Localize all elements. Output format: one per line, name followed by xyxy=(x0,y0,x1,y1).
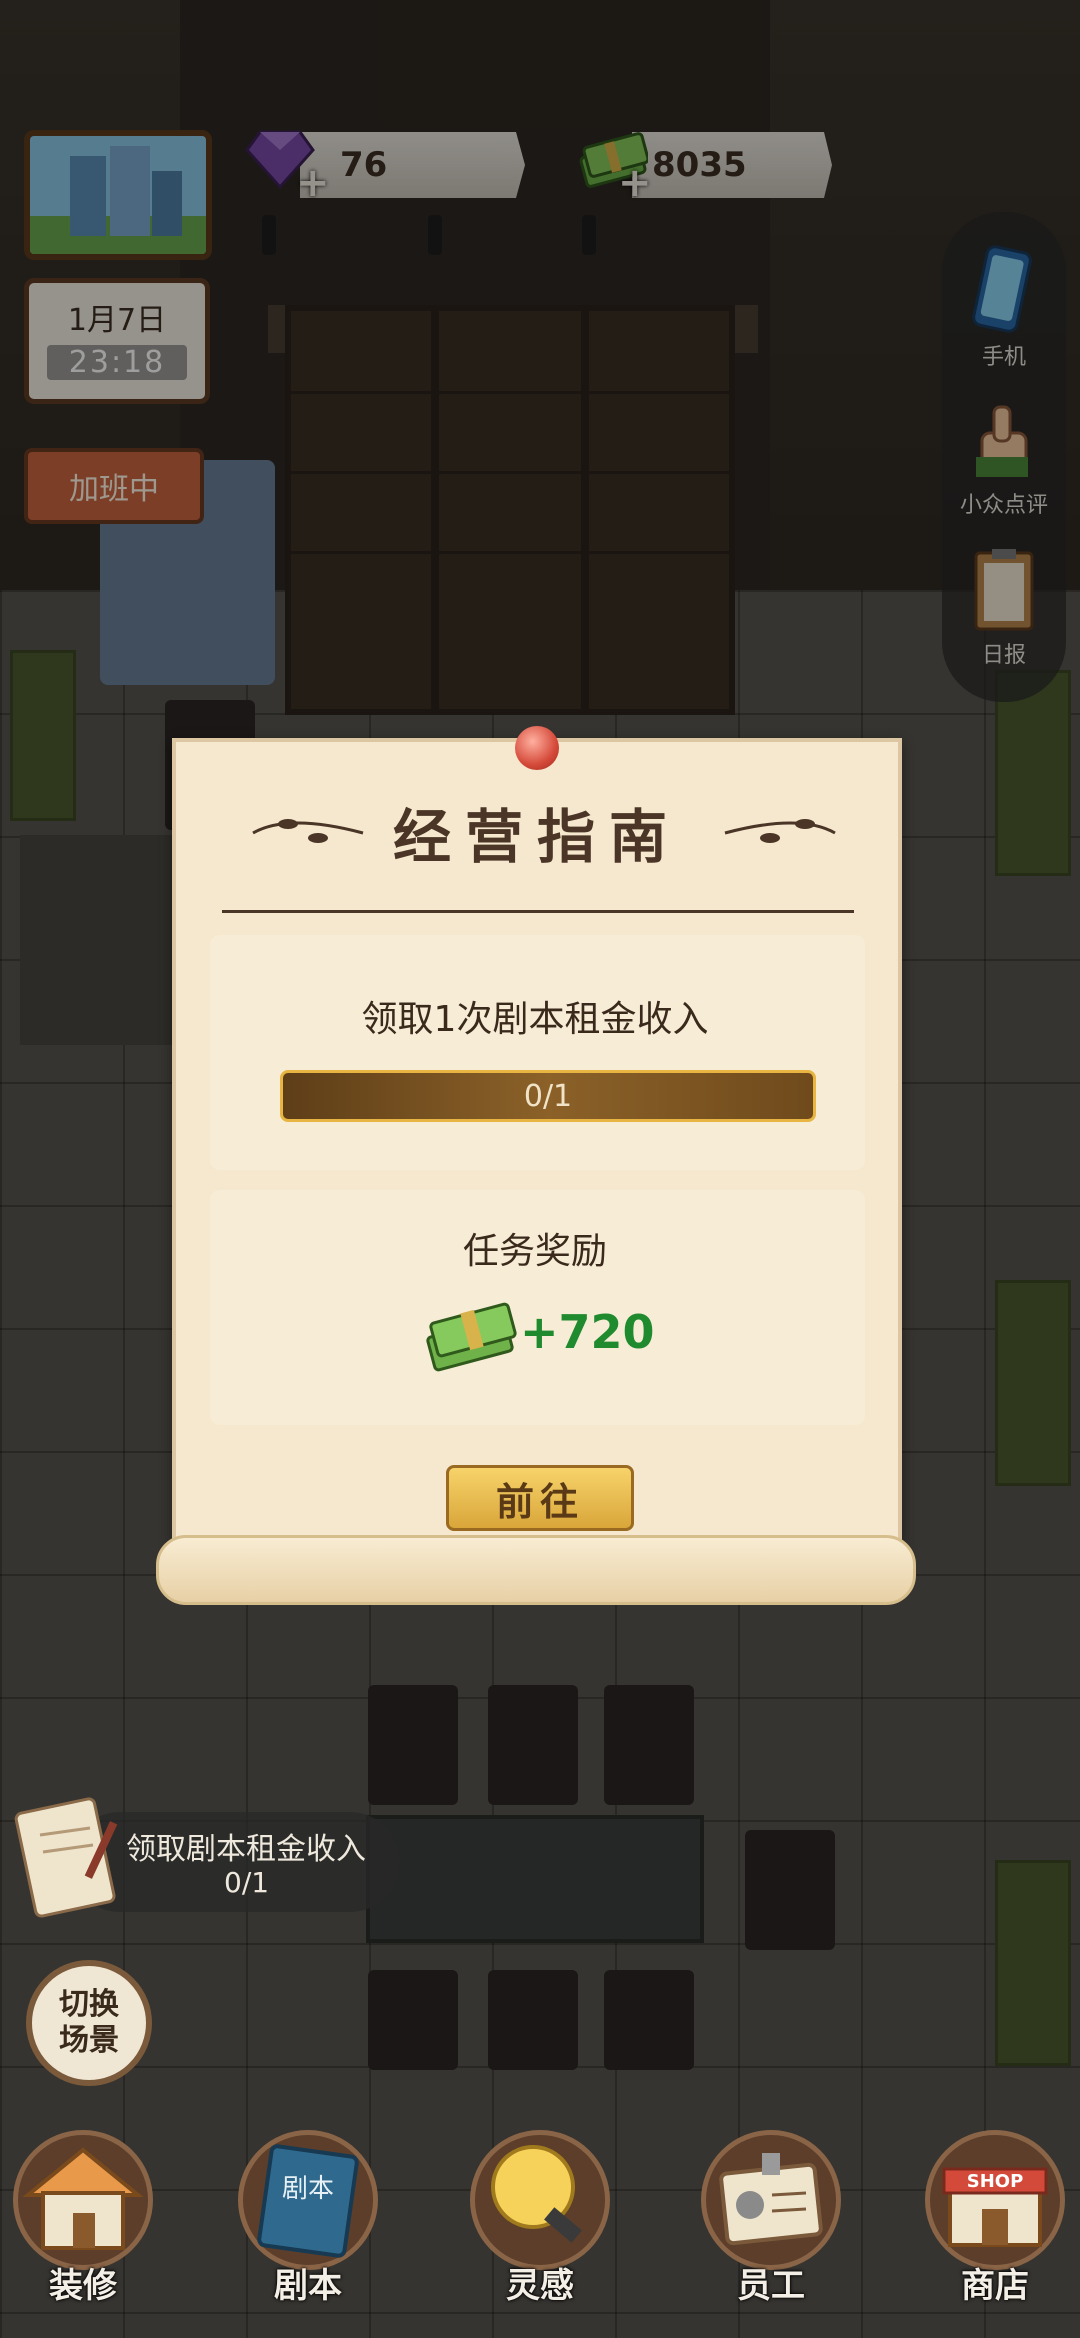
script-book-text: 剧本 xyxy=(282,2174,334,2204)
reward-title: 任务奖励 xyxy=(462,1231,607,1272)
task-description: 领取1次剧本租金收入 xyxy=(361,999,709,1040)
nav-renovate-label: 装修 xyxy=(49,2266,117,2306)
shop-sign-text: SHOP xyxy=(967,2171,1024,2192)
go-button[interactable]: 前往 xyxy=(446,1465,634,1531)
scroll-roll xyxy=(156,1535,916,1605)
right-vine-ornament-icon xyxy=(724,819,836,843)
task-card xyxy=(210,935,865,1170)
lightbulb-icon xyxy=(491,2145,582,2243)
left-vine-ornament-icon xyxy=(252,819,364,843)
task-reminder-count: 0/1 xyxy=(224,1866,270,1899)
task-progress-text: 0/1 xyxy=(523,1078,573,1114)
task-progress-bar: 0/1 xyxy=(280,1070,816,1122)
nav-staff[interactable]: 员工 xyxy=(696,2130,846,2330)
id-card-icon xyxy=(719,2153,823,2246)
nav-shop-label: 商店 xyxy=(961,2266,1029,2306)
scroll-quest-icon xyxy=(14,1797,118,1918)
nav-script-label: 剧本 xyxy=(274,2266,342,2306)
shop-icon: SHOP xyxy=(942,2167,1048,2247)
script-book-icon: 剧本 xyxy=(257,2144,359,2258)
nav-renovate[interactable]: 装修 xyxy=(8,2130,158,2330)
switch-scene-line2: 场景 xyxy=(59,2023,119,2058)
switch-scene-line1: 切换 xyxy=(59,1987,119,2022)
nav-shop[interactable]: SHOP 商店 xyxy=(920,2130,1070,2330)
title-divider xyxy=(222,910,854,913)
reward-amount: +720 xyxy=(520,1305,655,1359)
task-reminder-text: 领取剧本租金收入 xyxy=(126,1832,366,1867)
nav-inspiration[interactable]: 灵感 xyxy=(465,2130,615,2330)
cash-stack-icon xyxy=(426,1302,517,1372)
house-icon xyxy=(22,2147,144,2250)
nav-script[interactable]: 剧本 剧本 xyxy=(233,2130,383,2330)
switch-scene-button[interactable]: 切换 场景 xyxy=(26,1960,152,2086)
pin-icon xyxy=(515,726,559,770)
nav-inspiration-label: 灵感 xyxy=(506,2266,574,2306)
nav-staff-label: 员工 xyxy=(737,2266,805,2306)
